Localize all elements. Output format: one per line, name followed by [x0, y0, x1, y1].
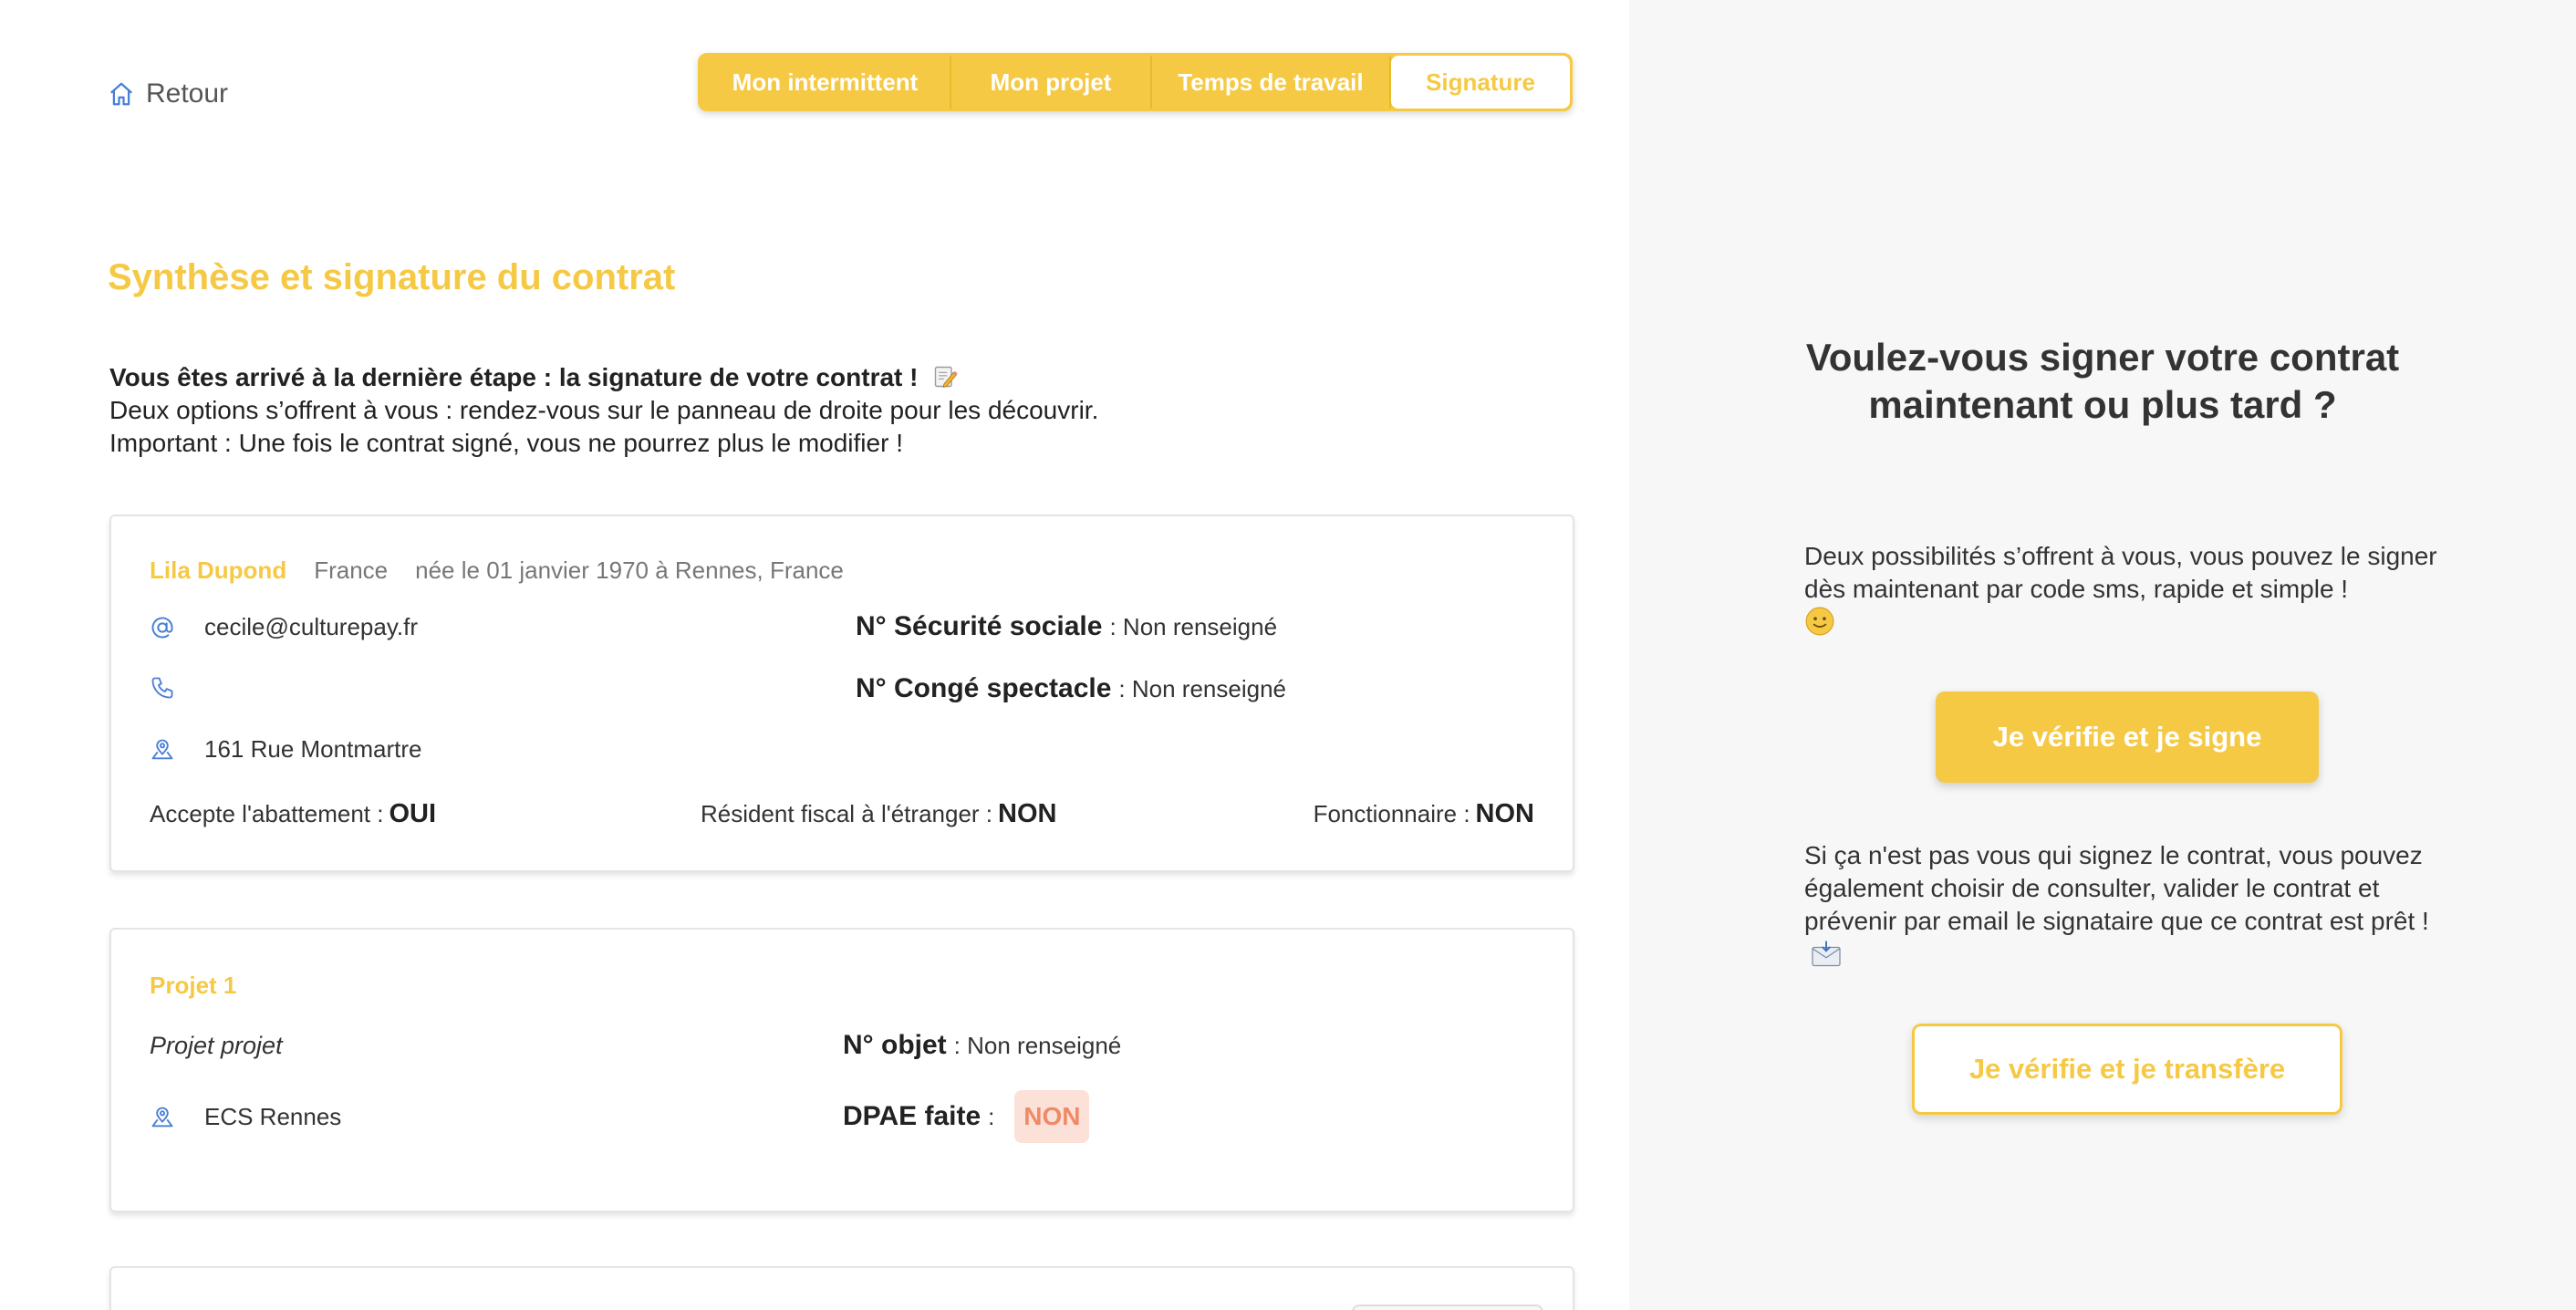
project-location-row: ECS Rennes: [150, 1103, 341, 1131]
phone-row: [150, 675, 204, 701]
card-action-button[interactable]: [1352, 1305, 1543, 1310]
page-title: Synthèse et signature du contrat: [108, 257, 676, 297]
location-pin-icon: [151, 739, 173, 759]
side-text-sign-content: Deux possibilités s’offrent à vous, vous…: [1804, 542, 2437, 603]
secu-label: N° Sécurité sociale: [856, 611, 1103, 641]
left-panel: Retour Mon intermittent Mon projet Temps…: [0, 0, 1629, 1310]
at-icon: [151, 616, 173, 638]
transfer-button[interactable]: Je vérifie et je transfère: [1912, 1024, 2342, 1115]
tab-signature[interactable]: Signature: [1391, 56, 1570, 109]
home-icon: [110, 82, 132, 106]
next-card: [109, 1266, 1574, 1310]
dpae-label: DPAE faite: [843, 1101, 982, 1131]
side-title-line-1: Voulez-vous signer votre contrat: [1805, 336, 2400, 379]
incoming-envelope-icon: [1812, 941, 1841, 967]
dpae-separator: :: [988, 1102, 995, 1130]
side-text-transfer-content: Si ça n'est pas vous qui signez le contr…: [1804, 841, 2429, 935]
abattement-row: Accepte l'abattement : OUI: [150, 799, 436, 829]
intro-line-2: Deux options s’offrent à vous : rendez-v…: [109, 396, 1099, 424]
side-title: Voulez-vous signer votre contrat mainten…: [1629, 334, 2576, 429]
person-name: Lila Dupond: [150, 556, 287, 584]
tab-mon-projet[interactable]: Mon projet: [951, 56, 1152, 109]
email-row: cecile@culturepay.fr: [150, 613, 418, 641]
side-title-line-2: maintenant ou plus tard ?: [1868, 383, 2337, 426]
conge-value: : Non renseigné: [1118, 674, 1286, 702]
resident-row: Résident fiscal à l'étranger : NON: [701, 799, 1056, 829]
email-value: cecile@culturepay.fr: [204, 613, 418, 640]
secu-row: N° Sécurité sociale : Non renseigné: [856, 611, 1277, 642]
objet-label: N° objet: [843, 1030, 947, 1060]
tab-temps-de-travail[interactable]: Temps de travail: [1152, 56, 1391, 109]
project-location: ECS Rennes: [204, 1103, 342, 1130]
secu-value: : Non renseigné: [1109, 612, 1278, 640]
dpae-row: DPAE faite : NON: [843, 1090, 1090, 1143]
abattement-value: OUI: [389, 799, 437, 828]
right-panel: Voulez-vous signer votre contrat mainten…: [1629, 0, 2576, 1310]
objet-value: : Non renseigné: [953, 1031, 1122, 1059]
fonctionnaire-value: NON: [1475, 799, 1534, 828]
intro-line-3: Important : Une fois le contrat signé, v…: [109, 429, 903, 457]
dpae-status-badge: NON: [1014, 1090, 1090, 1143]
resident-value: NON: [998, 799, 1057, 828]
person-birth: née le 01 janvier 1970 à Rennes, France: [415, 556, 844, 584]
step-tabs: Mon intermittent Mon projet Temps de tra…: [698, 53, 1573, 111]
person-country: France: [314, 556, 389, 584]
conge-row: N° Congé spectacle : Non renseigné: [856, 673, 1286, 704]
slightly-smiling-face-icon: [1805, 607, 1834, 636]
person-card: Lila Dupond France née le 01 janvier 197…: [109, 515, 1574, 872]
fonctionnaire-label: Fonctionnaire :: [1313, 800, 1470, 827]
person-header: Lila Dupond France née le 01 janvier 197…: [150, 556, 844, 585]
objet-row: N° objet : Non renseigné: [843, 1030, 1121, 1061]
project-name: Projet projet: [150, 1032, 283, 1059]
project-title: Projet 1: [150, 972, 237, 999]
intro-heading: Vous êtes arrivé à la dernière étape : l…: [109, 363, 919, 391]
resident-label: Résident fiscal à l'étranger :: [701, 800, 993, 827]
project-card: Projet 1 Projet projet ECS Rennes N° obj…: [109, 928, 1574, 1212]
side-text-sign: Deux possibilités s’offrent à vous, vous…: [1804, 540, 2461, 639]
address-row: 161 Rue Montmartre: [150, 735, 421, 764]
tab-mon-intermittent[interactable]: Mon intermittent: [701, 56, 951, 109]
back-link[interactable]: Retour: [108, 78, 228, 109]
phone-icon: [151, 677, 173, 699]
location-pin-icon: [151, 1107, 173, 1127]
memo-pencil-icon: [935, 366, 959, 389]
sign-button[interactable]: Je vérifie et je signe: [1936, 691, 2319, 783]
fonctionnaire-row: Fonctionnaire : NON: [1314, 799, 1534, 829]
address-value: 161 Rue Montmartre: [204, 735, 422, 763]
abattement-label: Accepte l'abattement :: [150, 800, 384, 827]
intro-text: Vous êtes arrivé à la dernière étape : l…: [109, 361, 1098, 460]
side-text-transfer: Si ça n'est pas vous qui signez le contr…: [1804, 839, 2461, 971]
conge-label: N° Congé spectacle: [856, 673, 1112, 703]
back-label: Retour: [146, 78, 229, 109]
